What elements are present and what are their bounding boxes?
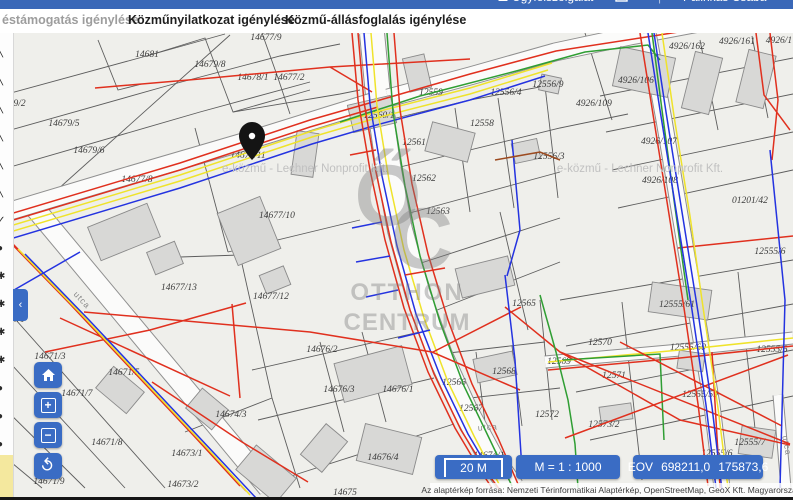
otthon-centrum-text: OTTHON (350, 279, 463, 306)
parcel-label: 12556/3 (533, 152, 564, 162)
parcel-label: 14671/8 (91, 438, 122, 448)
parcel-label: 4926/162 (669, 42, 705, 52)
menu-item-utility-statement[interactable]: Közműnyilatkozat igénylése (128, 13, 295, 27)
parcel-label: 14681 (135, 50, 159, 60)
parcel-label: 4926/109 (576, 99, 612, 109)
coordinates-button[interactable]: EOV 698211,0 175873,6 (628, 455, 768, 479)
minus-icon: − (40, 427, 56, 443)
panel-edge-glyph: ✱ (0, 327, 5, 338)
plus-icon: + (40, 397, 56, 413)
parcel-label: 14677/10 (259, 211, 295, 221)
parcel-label: 14671/7 (61, 389, 93, 399)
map-drawing: 1468114679/814678/114677/914677/214679/2… (0, 0, 793, 500)
parcel-label: 12558 (470, 119, 494, 129)
parcel-label: 12570 (588, 338, 612, 348)
scale-ratio-label: M = 1 : 1000 (534, 460, 602, 474)
parcel-label: 14676/2 (306, 345, 337, 355)
panel-edge-glyph: ╲ (0, 103, 3, 114)
panel-collapse-button[interactable]: ‹ (13, 289, 28, 321)
otthon-centrum-logo: C (391, 191, 453, 287)
top-app-bar: Ügyfélszolgálat | Pálinkás Csaba (0, 0, 793, 9)
chevron-left-icon: ‹ (18, 299, 23, 311)
ekozmu-watermark: e-közmű - Lechner Nonprofit Kft. (557, 163, 723, 175)
parcel-label: 12572 (535, 410, 559, 420)
parcel-label: 12573/2 (588, 420, 619, 430)
parcel-label: 14674/3 (215, 410, 246, 420)
parcel-label: 14676/1 (382, 385, 413, 395)
zoom-out-button[interactable]: − (34, 422, 62, 448)
undo-icon: ↺ (35, 453, 60, 478)
scale-bar-label: 20 M (444, 457, 503, 477)
parcel-label: 14671/3 (34, 352, 65, 362)
parcel-label: 14677/2 (273, 73, 304, 83)
parcel-label: 14679/8 (194, 60, 225, 70)
parcel-label: 4926/108 (642, 176, 678, 186)
parcel-label: 12568 (492, 367, 516, 377)
parcel-label: 4926/161 (719, 37, 755, 47)
scale-bar-button[interactable]: 20 M (435, 455, 512, 479)
parcel-label: 14679/5 (48, 119, 79, 129)
parcel-label: 4926/1 (766, 36, 792, 46)
coords-y-value: 175873,6 (718, 460, 769, 474)
parcel-label: 14673/2 (167, 480, 198, 490)
panel-edge-glyph: ✱ (0, 271, 5, 282)
panel-edge-glyph: ✱ (0, 355, 5, 366)
panel-edge-glyph: ╲ (0, 187, 3, 198)
zoom-in-button[interactable]: + (34, 392, 62, 418)
parcel-label: 14676/4 (367, 453, 398, 463)
apps-grid-icon[interactable] (615, 0, 628, 5)
coords-system-label: EOV (627, 460, 654, 474)
coords-x-value: 698211,0 (661, 460, 711, 474)
home-button[interactable] (34, 362, 62, 388)
parcel-label: 4926/107 (641, 137, 678, 147)
scale-ratio-button[interactable]: M = 1 : 1000 (516, 455, 620, 479)
panel-edge-glyph: ● (0, 411, 3, 422)
map-attribution: Az alaptérkép forrása: Nemzeti Térinform… (421, 483, 793, 497)
parcel-label: 12556/9 (532, 80, 563, 90)
parcel-label: 14673/1 (171, 449, 202, 459)
parcel-label: 12555/59 (682, 390, 718, 400)
parcel-label: 12565 (512, 299, 536, 309)
panel-edge-glyph: ╲ (0, 47, 3, 58)
menu-item-utility-position[interactable]: Közmű-állásfoglalás igénylése (285, 13, 466, 27)
app-window: Ügyfélszolgálat | Pálinkás Csaba éstámog… (0, 0, 793, 500)
parcel-label: 12571 (602, 371, 626, 381)
menu-item-design-support[interactable]: éstámogatás igénylése (2, 13, 139, 27)
panel-edge-glyph: ╲ (0, 131, 3, 142)
panel-edge-glyph: ● (0, 243, 3, 254)
undo-extent-button[interactable]: ↺ (34, 453, 62, 479)
parcel-label: 01201/42 (732, 196, 768, 206)
otthon-centrum-text: CENTRUM (344, 309, 471, 336)
parcel-label: 12555/7 (734, 438, 766, 448)
layer-panel-highlight (0, 455, 13, 497)
home-icon (41, 369, 55, 381)
topbar-divider: | (658, 0, 661, 4)
panel-edge-glyph: ╲ (0, 75, 3, 86)
parcel-label: 14676/3 (323, 385, 354, 395)
parcel-label: 14677/12 (253, 292, 289, 302)
support-link[interactable]: Ügyfélszolgálat (512, 0, 593, 4)
map-canvas[interactable]: 1468114679/814678/114677/914677/214679/2… (0, 0, 793, 500)
parcel-label: 12556/4 (490, 88, 521, 98)
parcel-label: 12555/61 (659, 300, 695, 310)
panel-edge-glyph: ● (0, 439, 3, 450)
user-menu[interactable]: Pálinkás Csaba (683, 0, 766, 4)
layer-panel-edge[interactable]: ╲ ╲ ╲ ╲ ╲ ╲ ✓ ● ✱ ✱ ✱ ✱ ● ● ● (0, 33, 14, 500)
panel-edge-glyph: ╲ (0, 159, 3, 170)
user-support-icon (497, 0, 509, 5)
main-menu-bar: éstámogatás igénylése Közműnyilatkozat i… (0, 9, 793, 33)
panel-edge-glyph: ● (0, 383, 3, 394)
parcel-label: 14677/9 (250, 33, 281, 43)
panel-edge-glyph: ✓ (0, 215, 5, 226)
panel-edge-glyph: ✱ (0, 299, 5, 310)
parcel-label: 14677/13 (161, 283, 197, 293)
parcel-label: 14679/6 (73, 146, 104, 156)
